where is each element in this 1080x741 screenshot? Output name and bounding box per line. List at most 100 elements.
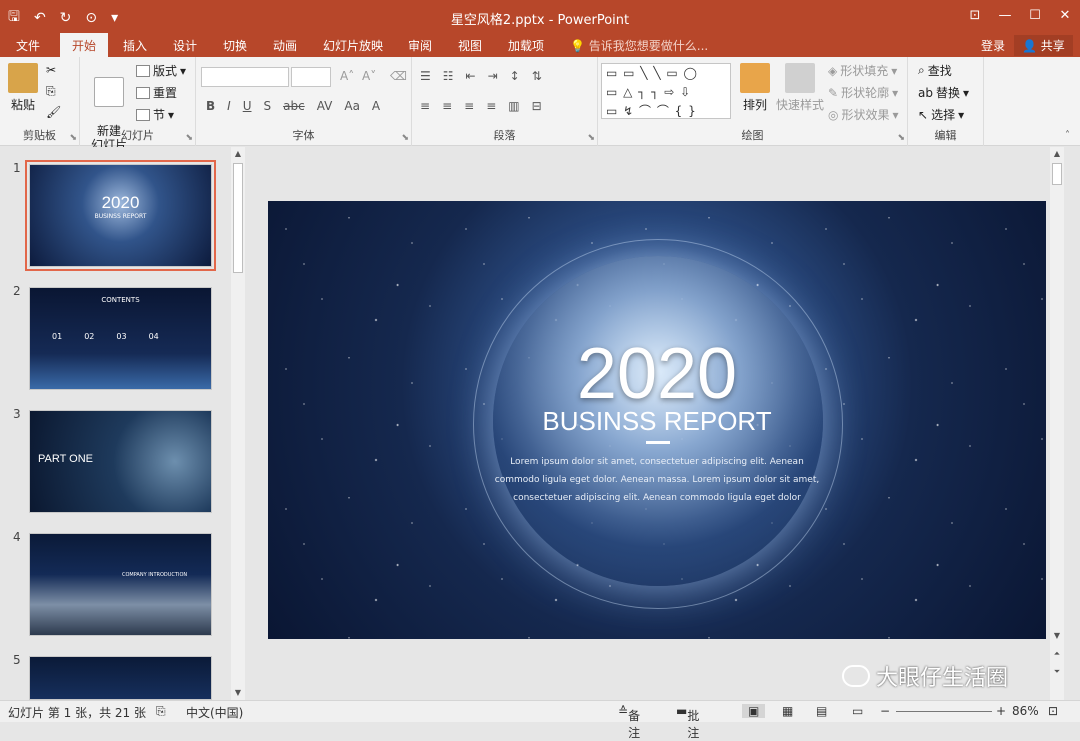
slide-thumb-1[interactable]: 2020 BUSINSS REPORT [25,160,216,271]
thumbnail-scrollbar[interactable]: ▲ ▼ [231,147,245,700]
underline-icon[interactable]: U [243,99,252,113]
line-spacing-icon[interactable]: ↕ [510,69,520,83]
slide-thumb-3[interactable]: PART ONE [29,410,212,513]
shapes-gallery[interactable]: ▭ ▭ ╲ ╲ ▭ ◯ ▭ △ ┐ ┐ ⇨ ⇩ ▭ ↯ ⌒ ⌒ { } [601,63,731,119]
dialog-launcher-icon[interactable]: ⬊ [185,133,193,143]
increase-indent-icon[interactable]: ⇥ [488,69,498,83]
tab-transitions[interactable]: 切换 [223,37,247,54]
char-spacing-icon[interactable]: AV [317,99,333,113]
align-text-icon[interactable]: ⊟ [532,99,542,113]
zoom-out-icon[interactable]: − [880,704,890,718]
scrollbar-thumb[interactable] [233,163,243,273]
select-button[interactable]: ↖ 选择 ▾ [918,106,964,123]
change-case-icon[interactable]: Aa [344,99,360,113]
justify-icon[interactable]: ≡ [486,99,496,113]
shape-outline-button[interactable]: ✎ 形状轮廓 ▾ [828,84,898,101]
fit-to-window-icon[interactable]: ⊡ [1048,704,1058,718]
comments-button[interactable]: ▬ 批注 [676,704,699,740]
replace-button[interactable]: ab 替换 ▾ [918,84,969,101]
arrange-button[interactable]: 排列 [740,63,770,113]
strikethrough-icon[interactable]: abc [283,99,305,113]
text-direction-icon[interactable]: ⇅ [532,69,542,83]
slide-year-title[interactable]: 2020 [268,333,1046,415]
notes-button[interactable]: ≙ 备注 [618,704,640,740]
font-name-field[interactable] [201,67,289,87]
zoom-level[interactable]: 86% [1012,704,1039,718]
tab-design[interactable]: 设计 [173,37,197,54]
columns-icon[interactable]: ▥ [508,99,519,113]
bullets-icon[interactable]: ☰ [420,69,431,83]
reset-button[interactable]: 重置 [136,84,177,101]
paste-button[interactable]: 粘贴 [8,63,38,113]
ribbon-display-options-icon[interactable]: ⊡ [960,0,990,30]
tab-review[interactable]: 审阅 [408,37,432,54]
section-button[interactable]: 节 ▾ [136,106,174,123]
dialog-launcher-icon[interactable]: ⬊ [69,133,77,143]
format-painter-icon[interactable]: 🖌 [46,105,61,119]
slide-sorter-icon[interactable]: ▦ [782,704,793,718]
font-size-field[interactable] [291,67,331,87]
numbering-icon[interactable]: ☷ [443,69,454,83]
zoom-slider[interactable] [896,711,992,712]
slideshow-icon[interactable]: ▭ [852,704,863,718]
slide-thumb-2[interactable]: CONTENTS 01 02 03 04 [29,287,212,390]
layout-button[interactable]: 版式 ▾ [136,62,186,79]
find-button[interactable]: ⌕ 查找 [918,62,952,79]
maximize-button[interactable]: ☐ [1020,0,1050,30]
tab-file[interactable]: 文件 [16,37,40,54]
scroll-up-icon[interactable]: ▲ [231,147,245,161]
slide-thumb-5[interactable] [29,656,212,700]
next-slide-icon[interactable]: ⏷ [1050,665,1064,679]
dialog-launcher-icon[interactable]: ⬊ [587,133,595,143]
tab-addins[interactable]: 加载项 [508,37,544,54]
scroll-down-icon[interactable]: ▼ [1050,629,1064,643]
slide-body-text[interactable]: Lorem ipsum dolor sit amet, consectetuer… [488,453,826,507]
thumb-item: 04 [148,332,159,341]
zoom-in-icon[interactable]: + [996,704,1006,718]
shrink-font-icon[interactable]: A˅ [362,69,376,83]
align-center-icon[interactable]: ≡ [442,99,452,113]
font-color-icon[interactable]: A [372,99,380,113]
scroll-up-icon[interactable]: ▲ [1050,147,1064,161]
login-link[interactable]: 登录 [981,37,1005,54]
arrange-label: 排列 [742,98,767,112]
clear-formatting-icon[interactable]: ⌫ [390,69,407,83]
minimize-button[interactable]: — [990,0,1020,30]
bold-icon[interactable]: B [206,99,215,113]
dialog-launcher-icon[interactable]: ⬊ [897,133,905,143]
tab-animations[interactable]: 动画 [273,37,297,54]
shape-effects-button[interactable]: ◎ 形状效果 ▾ [828,106,899,123]
cut-icon[interactable]: ✂ [46,63,56,77]
select-label: 选择 [931,108,956,122]
italic-icon[interactable]: I [227,99,231,113]
previous-slide-icon[interactable]: ⏶ [1050,647,1064,661]
copy-icon[interactable]: ⎘ [46,84,56,99]
tab-slideshow[interactable]: 幻灯片放映 [323,37,383,54]
current-slide[interactable]: 2020 BUSINSS REPORT Lorem ipsum dolor si… [268,201,1046,639]
canvas-scrollbar[interactable]: ▲ ▼ ⏶ ⏷ [1050,147,1064,700]
normal-view-icon[interactable]: ▣ [742,704,766,718]
collapse-ribbon-icon[interactable]: ˄ [1065,130,1070,141]
scrollbar-thumb[interactable] [1052,163,1062,185]
decrease-indent-icon[interactable]: ⇤ [466,69,476,83]
share-button[interactable]: 👤 共享 [1014,35,1073,56]
slide-subtitle[interactable]: BUSINSS REPORT [268,406,1046,437]
dialog-launcher-icon[interactable]: ⬊ [401,133,409,143]
align-right-icon[interactable]: ≡ [464,99,474,113]
close-button[interactable]: ✕ [1050,0,1080,30]
clipboard-icon [8,63,38,93]
shadow-icon[interactable]: S [264,99,272,113]
reading-view-icon[interactable]: ▤ [816,704,827,718]
shape-fill-button[interactable]: ◈ 形状填充 ▾ [828,62,897,79]
tab-home[interactable]: 开始 [60,33,109,57]
quick-styles-button[interactable]: 快速样式 [776,63,824,113]
language-indicator[interactable]: 中文(中国) [186,704,243,721]
spellcheck-icon[interactable]: ⎘ [156,704,166,719]
align-left-icon[interactable]: ≡ [420,99,430,113]
grow-font-icon[interactable]: A˄ [340,69,354,83]
scroll-down-icon[interactable]: ▼ [231,686,245,700]
tell-me-box[interactable]: 💡 告诉我您想要做什么... [570,37,708,54]
slide-thumb-4[interactable]: COMPANY INTRODUCTION [29,533,212,636]
tab-view[interactable]: 视图 [458,37,482,54]
tab-insert[interactable]: 插入 [123,37,147,54]
